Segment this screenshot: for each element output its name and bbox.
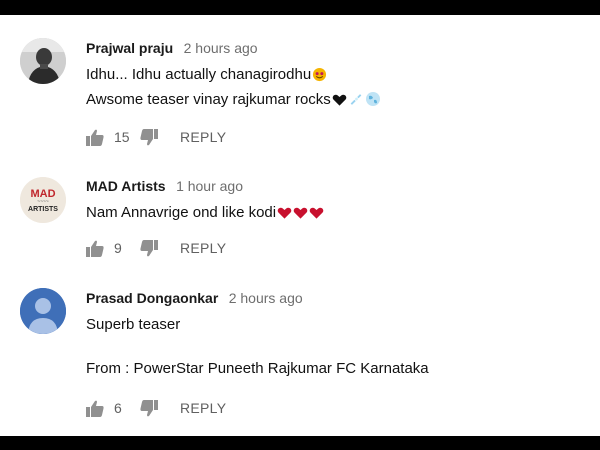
comment-text-line: Superb teaser [86,316,181,333]
thumbs-down-icon [140,239,158,256]
comment-thread: MAD ~~~~ ARTISTS MAD Artists 1 hour ago … [0,176,600,268]
comment-text-line: Idhu... Idhu actually chanagirodhu [86,64,590,89]
like-count: 9 [114,240,122,256]
avatar[interactable] [20,288,66,334]
like-count: 6 [114,400,122,416]
comment-timestamp[interactable]: 1 hour ago [176,178,243,194]
comment-text-line: Nam Annavrige ond like kodi [86,202,590,227]
avatar[interactable]: MAD ~~~~ ARTISTS [20,177,66,223]
like-button[interactable] [86,400,104,417]
globe-emoji-icon [365,91,381,114]
reply-button[interactable]: REPLY [180,240,226,256]
like-button[interactable] [86,129,104,146]
comment-author[interactable]: MAD Artists [86,178,166,194]
default-user-icon [20,288,66,334]
dislike-button[interactable] [140,399,158,417]
comment-text-line: Awsome teaser vinay rajkumar rocks [86,89,590,114]
comment-text-line: From : PowerStar Puneeth Rajkumar FC Kar… [86,360,429,377]
bottom-black-band [0,436,600,450]
comment-thread: Prajwal praju 2 hours ago Idhu... Idhu a… [0,38,600,158]
comment-author[interactable]: Prasad Dongaonkar [86,290,218,306]
comment-timestamp[interactable]: 2 hours ago [229,290,303,306]
reply-button[interactable]: REPLY [180,129,226,145]
mad-artists-logo-icon: MAD ~~~~ ARTISTS [20,177,66,223]
avatar[interactable] [20,38,66,84]
user-photo-icon [20,38,66,84]
thumbs-up-icon [86,240,104,257]
smiling-face-emoji-icon [312,67,327,89]
thumbs-down-icon [140,399,158,416]
svg-text:~~~~: ~~~~ [37,199,49,205]
heart-emoji-icon [293,205,308,227]
heart-emoji-icon [309,205,324,227]
thumbs-up-icon [86,400,104,417]
like-button[interactable] [86,240,104,257]
top-black-band [0,0,600,15]
dislike-button[interactable] [140,239,158,257]
comment-thread: Prasad Dongaonkar 2 hours ago Superb tea… [0,288,600,423]
comment-timestamp[interactable]: 2 hours ago [184,40,258,56]
svg-text:ARTISTS: ARTISTS [28,206,58,213]
sparkle-emoji-icon [348,92,364,114]
dislike-button[interactable] [140,128,158,146]
heart-emoji-icon [277,205,292,227]
reply-button[interactable]: REPLY [180,400,226,416]
comment-author[interactable]: Prajwal praju [86,40,173,56]
thumbs-up-icon [86,129,104,146]
thumbs-down-icon [140,128,158,145]
like-count: 15 [114,129,130,145]
black-heart-emoji-icon [332,92,347,114]
